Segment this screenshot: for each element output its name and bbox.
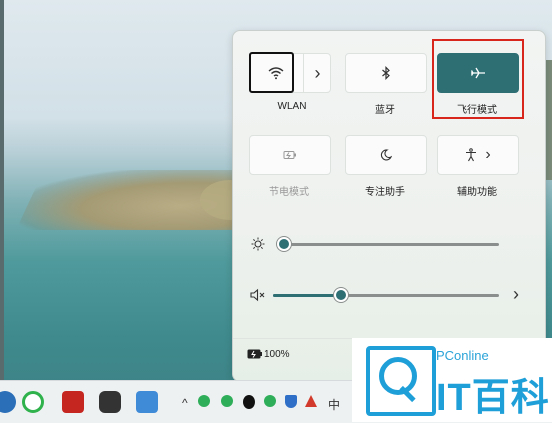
watermark-top-text: PConline	[436, 348, 489, 363]
brightness-thumb[interactable]	[277, 237, 291, 251]
app-icon-browser[interactable]	[0, 391, 16, 413]
quick-settings-panel: › WLAN 蓝牙 飞行模式 节电模式 专注助手 › 辅助功能 › 100%	[232, 30, 546, 382]
watermark-main-text: IT百科	[436, 377, 550, 419]
focus-outline	[249, 52, 294, 93]
chevron-right-icon: ›	[485, 146, 491, 163]
accessibility-icon	[466, 148, 477, 162]
wlan-expand-button[interactable]: ›	[303, 54, 331, 92]
pconline-watermark: PConline IT百科	[352, 338, 552, 422]
battery-percent: 100%	[264, 349, 290, 360]
accessibility-label: 辅助功能	[457, 187, 497, 198]
camera-icon[interactable]	[99, 391, 121, 413]
volume-fill	[273, 294, 339, 297]
chevron-right-icon: ›	[513, 284, 519, 304]
ime-indicator[interactable]: 中	[328, 396, 340, 413]
battery-icon	[247, 349, 262, 359]
tray-icon-green-1[interactable]	[198, 395, 210, 407]
volume-slider[interactable]	[273, 287, 503, 303]
bluetooth-icon	[382, 66, 390, 80]
tray-icon-green-3[interactable]	[264, 395, 276, 407]
accessibility-tile[interactable]: ›	[437, 135, 519, 175]
app-icon-red-app[interactable]	[62, 391, 84, 413]
shield-icon[interactable]	[285, 395, 297, 408]
volume-output-button[interactable]: ›	[509, 284, 523, 304]
brightness-icon	[251, 237, 265, 251]
volume-thumb[interactable]	[333, 288, 348, 302]
battery-saver-label: 节电模式	[269, 187, 309, 198]
bluetooth-label: 蓝牙	[375, 105, 395, 116]
tray-icon-triangle[interactable]	[305, 395, 317, 407]
magnifier-logo-icon	[366, 346, 436, 416]
brightness-slider[interactable]	[277, 236, 503, 252]
highlight-box	[432, 39, 524, 119]
app-icon-window[interactable]	[136, 391, 158, 413]
battery-saver-icon	[283, 151, 296, 159]
screen-left-edge	[0, 0, 4, 422]
magnifier-lens	[379, 357, 417, 395]
moon-icon	[380, 149, 392, 161]
volume-muted-icon[interactable]	[250, 288, 266, 302]
penguin-icon[interactable]	[243, 395, 255, 409]
app-icon-refresh[interactable]	[22, 391, 44, 413]
chevron-right-icon: ›	[314, 62, 321, 83]
focus-assist-label: 专注助手	[365, 187, 405, 198]
wlan-label: WLAN	[277, 101, 307, 112]
focus-assist-tile[interactable]	[345, 135, 427, 175]
battery-saver-tile[interactable]	[249, 135, 331, 175]
bluetooth-tile[interactable]	[345, 53, 427, 93]
overflow-chevron-icon[interactable]: ^	[182, 396, 188, 410]
tray-icon-green-2[interactable]	[221, 395, 233, 407]
brightness-track	[279, 243, 499, 246]
